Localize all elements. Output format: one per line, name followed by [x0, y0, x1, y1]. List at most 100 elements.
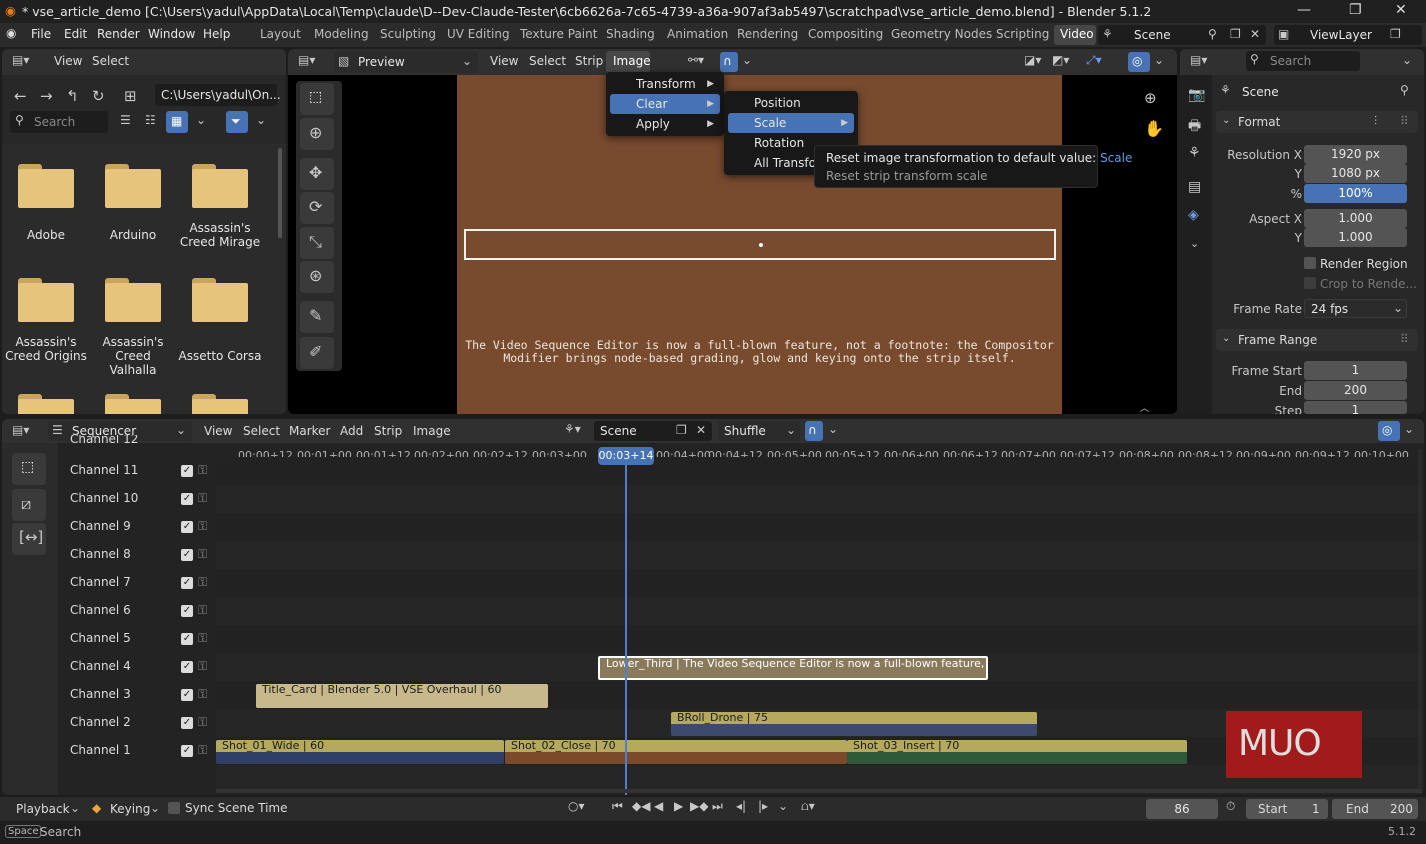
overlap-mode-dropdown[interactable]: Shuffle ⌄ [718, 421, 800, 441]
workspace-tab-geometry-nodes[interactable]: Geometry Nodes [891, 27, 992, 41]
output-tab-icon[interactable]: 🖶 [1188, 115, 1201, 139]
channel-visibility-checkbox[interactable]: ✓ [181, 745, 193, 757]
start-frame-field[interactable]: Start 1 [1246, 799, 1328, 819]
view-layer-selector[interactable]: ▣ ViewLayer ❐ [1274, 25, 1422, 45]
menu-image[interactable]: Image [413, 424, 451, 438]
channel-visibility-checkbox[interactable]: ✓ [181, 577, 193, 589]
zoom-icon[interactable]: ⊕ [1144, 89, 1157, 107]
frame-rate-dropdown[interactable]: 24 fps ⌄ [1304, 299, 1407, 318]
channel-visibility-checkbox[interactable]: ✓ [181, 717, 193, 729]
lock-icon[interactable]: ⚿ [198, 519, 207, 534]
scene-selector[interactable]: ⚘ Scene ⚲ ❐ ✕ [1098, 25, 1266, 45]
sequencer-scene-selector[interactable]: Scene ❐ ✕ [594, 421, 712, 441]
lock-icon[interactable]: ⚿ [198, 491, 207, 506]
folder-icon[interactable] [18, 394, 74, 414]
folder-icon[interactable] [105, 394, 161, 414]
workspace-tab-shading[interactable]: Shading [606, 27, 655, 41]
path-field[interactable]: C:\Users\yadul\On... [155, 84, 281, 106]
new-scene-icon[interactable]: ❐ [1230, 27, 1241, 41]
workspace-tab-compositing[interactable]: Compositing [808, 27, 883, 41]
strip[interactable]: Shot_02_Close | 70 [505, 740, 847, 764]
channel-label[interactable]: Channel 1 [70, 743, 131, 757]
prev-frame-icon[interactable]: ◂| [736, 799, 746, 813]
workspace-tab-modeling[interactable]: Modeling [314, 27, 369, 41]
strip[interactable]: BRoll_Drone | 75 [671, 712, 1037, 736]
lock-icon[interactable]: ⚿ [198, 575, 207, 590]
next-frame-icon[interactable]: |▸ [758, 799, 768, 813]
minimize-icon[interactable]: — [1297, 2, 1311, 18]
editor-type-icon[interactable]: ▤▾ [1190, 53, 1207, 67]
lock-icon[interactable]: ⚿ [198, 463, 207, 478]
scale-tool[interactable]: ⤡ [300, 227, 334, 259]
menu-strip[interactable]: Strip [575, 54, 603, 68]
channel-label[interactable]: Channel 9 [70, 519, 131, 533]
lock-icon[interactable]: ⚿ [198, 743, 207, 758]
remove-scene-icon[interactable]: ✕ [1250, 27, 1260, 41]
menu-item-transform[interactable]: Transform ▶ [610, 74, 720, 94]
chevron-down-icon[interactable]: ⌄ [778, 799, 788, 813]
horizontal-scrollbar[interactable] [216, 789, 1422, 793]
list-vertical-icon[interactable]: ☰ [120, 113, 131, 127]
end-frame-field[interactable]: End 200 [1332, 799, 1418, 819]
workspace-tab-video[interactable]: Video [1054, 25, 1096, 45]
strip[interactable]: Title_Card | Blender 5.0 | VSE Overhaul … [256, 684, 548, 708]
annotate-tool[interactable]: ✐ [300, 337, 334, 369]
channel-label[interactable]: Channel 6 [70, 603, 131, 617]
snap-button[interactable]: ∩ [805, 421, 823, 441]
resolution-y-field[interactable]: 1080 px [1304, 164, 1407, 183]
folder-icon[interactable] [192, 394, 248, 414]
channel-visibility-checkbox[interactable]: ✓ [181, 549, 193, 561]
aspect-y-field[interactable]: 1.000 [1304, 228, 1407, 247]
pin-icon[interactable]: ⚲ [1208, 27, 1217, 41]
channel-label[interactable]: Channel 5 [70, 631, 131, 645]
lock-icon[interactable]: ⚿ [198, 659, 207, 674]
jump-start-icon[interactable]: ⏮ [612, 799, 623, 814]
current-frame-field[interactable]: 86 [1146, 799, 1218, 819]
chevron-down-icon[interactable]: ⌄ [196, 113, 206, 127]
strip[interactable]: Shot_03_Insert | 70 [847, 740, 1187, 764]
record-icon[interactable]: ○▾ [568, 799, 585, 813]
scene-icon[interactable]: ⚘▾ [564, 422, 581, 436]
next-keyframe-icon[interactable]: ▶◆ [690, 799, 708, 813]
editor-type-icon[interactable]: ▤▾ [298, 53, 315, 67]
slip-tool[interactable]: [↔] [12, 523, 46, 555]
auto-keying-icon[interactable]: ⩍▾ [801, 799, 815, 814]
scene-tab-icon[interactable]: ⚘ [1188, 145, 1201, 161]
filter-button[interactable]: ⏷ [226, 111, 248, 133]
display-channels-icon[interactable]: ◩▾ [1052, 53, 1069, 67]
transform-tool[interactable]: ⊛ [300, 261, 334, 293]
playhead-line[interactable] [625, 465, 627, 795]
sync-scene-time-checkbox[interactable] [168, 802, 180, 814]
parent-directory-icon[interactable]: ↰ [66, 87, 79, 105]
file-search-input[interactable]: ⚲ Search [10, 111, 108, 133]
strip[interactable]: Lower_Third | The Video Sequence Editor … [598, 656, 988, 680]
remove-scene-icon[interactable]: ✕ [696, 423, 706, 437]
frame-start-field[interactable]: 1 [1304, 361, 1407, 380]
maximize-icon[interactable]: ❐ [1349, 2, 1362, 18]
lock-icon[interactable]: ⚿ [198, 603, 207, 618]
new-folder-icon[interactable]: ⊞ [124, 87, 137, 105]
world-tab-icon[interactable]: ◈ [1188, 207, 1199, 223]
chevron-down-icon[interactable]: ⌄ [1154, 53, 1164, 67]
channel-visibility-checkbox[interactable]: ✓ [181, 661, 193, 673]
pin-icon[interactable]: ⚲ [1400, 83, 1409, 97]
channels-icon[interactable]: ◪▾ [1024, 53, 1041, 67]
select-box-tool[interactable]: ⬚ [300, 83, 334, 115]
overlay-button[interactable]: ◎ [1128, 52, 1150, 72]
menu-help[interactable]: Help [203, 27, 230, 41]
presets-icon[interactable]: ⫶ [1374, 114, 1377, 129]
channel-visibility-checkbox[interactable]: ✓ [181, 633, 193, 645]
render-tab-icon[interactable]: 📷 [1188, 87, 1205, 103]
channel-visibility-checkbox[interactable]: ✓ [181, 493, 193, 505]
pivot-icon[interactable]: ⚯▾ [688, 53, 704, 67]
view-mode-dropdown[interactable]: ▧ Preview ⌄ [334, 51, 478, 73]
select-tool[interactable]: ⬚ [12, 453, 46, 485]
blender-menu-icon[interactable]: ◉ [6, 26, 16, 40]
frame-range-section-header[interactable]: ⌄ Frame Range ⠿ [1216, 329, 1418, 351]
refresh-icon[interactable]: ↻ [92, 87, 105, 105]
scrollbar[interactable] [1418, 449, 1422, 789]
format-section-header[interactable]: ⌄ Format ⫶ ⠿ [1216, 111, 1418, 133]
channel-label[interactable]: Channel 10 [70, 491, 138, 505]
new-view-layer-icon[interactable]: ❐ [1390, 27, 1401, 41]
lock-icon[interactable]: ⚿ [198, 547, 207, 562]
